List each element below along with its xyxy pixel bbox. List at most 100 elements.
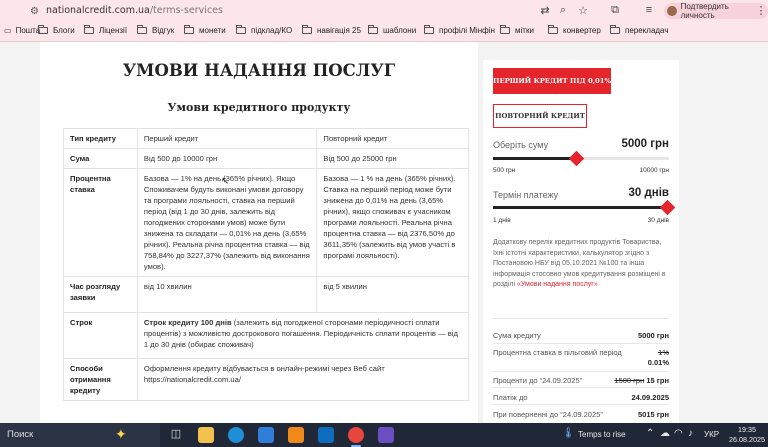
section-title: Умови кредитного продукту (167, 101, 351, 114)
old-interest: 1500 грн (614, 376, 645, 385)
term-slider-thumb[interactable] (659, 199, 676, 216)
table-cell: від 5 хвилин (316, 276, 469, 313)
folder-icon (500, 25, 510, 34)
edge-icon[interactable] (228, 427, 244, 443)
profile-label: Подтвердить личность (680, 2, 729, 20)
term-max: 30 днів (647, 217, 669, 224)
divider (493, 387, 669, 388)
chrome-icon[interactable] (348, 427, 364, 447)
cloud-icon[interactable]: ☁ (660, 428, 670, 439)
table-cell: Строк кредиту 100 днів (залежить від пог… (136, 312, 470, 359)
avatar (667, 6, 677, 16)
term-value: 30 днів (628, 187, 670, 199)
clock-date: 26.08.2025 (729, 435, 765, 444)
tray-overflow-icon[interactable]: ⌃ (646, 428, 654, 439)
old-rate: 1% (658, 348, 669, 357)
weather-text[interactable]: Temps to rise (578, 430, 626, 439)
table-cell: Від 500 до 25000 грн (316, 148, 469, 169)
amount-label: Оберіть суму (493, 140, 549, 150)
summary-value: 24.09.2025 (631, 393, 669, 402)
page-icon: ▭ (4, 26, 12, 35)
bookmark-label: профілі Мінфін (439, 26, 495, 35)
site-info-icon[interactable]: ⚙ (30, 6, 39, 17)
table-row: Процентна ставка Базова — 1% на день (36… (63, 168, 469, 277)
menu-icon[interactable]: ⋮ (754, 4, 768, 17)
table-row: Тип кредиту Перший кредит Повторний кред… (63, 128, 469, 149)
bookmark-item[interactable]: перекладач (610, 25, 669, 35)
table-cell: Оформлення кредиту відбувається в онлайн… (136, 358, 470, 401)
clock-time: 19:35 (738, 425, 756, 434)
bookmark-item[interactable]: Ліцензії (84, 25, 128, 35)
wifi-icon[interactable]: ◠ (674, 428, 683, 439)
table-header: Повторний кредит (316, 128, 469, 149)
row-label: Сума (63, 148, 138, 169)
bookmark-item[interactable]: профілі Мінфін (424, 25, 495, 35)
term-label: Термін платежу (493, 190, 559, 200)
extensions-icon[interactable]: ⧉ (608, 4, 622, 17)
table-row: Сума Від 500 до 10000 грн Від 500 до 250… (63, 148, 469, 169)
amount-slider-thumb[interactable] (568, 150, 584, 167)
bookmark-label: Ліцензії (99, 26, 128, 35)
file-explorer-icon[interactable] (198, 427, 214, 443)
table-cell: Від 500 до 10000 грн (136, 148, 318, 169)
profile-button[interactable]: Подтвердить личность (664, 2, 768, 20)
info-text: Додаткову перелік кредитних продуктів То… (493, 238, 669, 291)
summary-row: При поверненні до “24.09.2025” 5015 грн (493, 410, 669, 419)
outlook-icon[interactable] (318, 427, 334, 443)
bookmark-item[interactable]: шаблони (368, 25, 417, 35)
bookmark-label: конвертер (563, 26, 601, 35)
term-bold: Строк кредиту 100 днів (143, 318, 232, 327)
tab-search-icon[interactable]: ≡ (642, 4, 656, 16)
teams-icon[interactable] (378, 427, 394, 443)
taskbar-search[interactable]: Поиск ✦ (0, 423, 160, 447)
new-rate: 0.01% (647, 358, 669, 367)
amount-min: 500 грн (493, 167, 516, 174)
task-view-icon[interactable]: ◫ (168, 427, 184, 443)
bookmark-item[interactable]: монети (184, 25, 226, 35)
bookmark-label: шаблони (383, 26, 417, 35)
row-label: Строк (63, 312, 138, 359)
bookmark-item[interactable]: Блоги (38, 25, 75, 35)
web-page: УМОВИ НАДАННЯ ПОСЛУГ Умови кредитного пр… (0, 42, 768, 423)
summary-label: Процентна ставка в пільговий період (493, 348, 622, 357)
table-row: Способи отримання кредиту Оформлення кре… (63, 358, 470, 401)
amount-slider[interactable] (493, 150, 669, 167)
table-row: Час розгляду заявки від 10 хвилин від 5 … (63, 276, 469, 313)
terms-content: УМОВИ НАДАННЯ ПОСЛУГ Умови кредитного пр… (40, 42, 478, 423)
amount-value: 5000 грн (621, 138, 669, 150)
bookmark-item[interactable]: конвертер (548, 25, 601, 35)
bookmark-item[interactable]: ▭ Пошта (4, 26, 40, 35)
app-icon[interactable] (288, 427, 304, 443)
table-row: Строк Строк кредиту 100 днів (залежить в… (63, 312, 470, 359)
repeat-credit-button[interactable]: ПОВТОРНИЙ КРЕДИТ (493, 104, 587, 128)
table-cell: від 10 хвилин (136, 276, 318, 313)
divider (493, 404, 669, 405)
new-interest: 15 грн (646, 376, 669, 385)
folder-icon (368, 25, 378, 34)
first-credit-button[interactable]: ПЕРШИЙ КРЕДИТ ПІД 0,01% (493, 68, 611, 94)
summary-value: 5015 грн (637, 410, 669, 419)
zoom-icon[interactable]: ⌕ (556, 4, 570, 17)
term-slider[interactable] (493, 199, 676, 216)
url-path: /terms-services (149, 5, 223, 16)
url-field[interactable]: nationalcredit.com.ua/terms-services (46, 5, 223, 16)
row-label: Способи отримання кредиту (63, 358, 138, 401)
taskbar: Поиск ✦ ◫ 🌡 Temps to rise ⌃ ☁ ◠ ♪ УКР 19… (0, 423, 768, 447)
folder-icon (424, 25, 434, 34)
store-icon[interactable] (258, 427, 274, 443)
bookmark-item[interactable]: підклад/КО (236, 25, 292, 35)
bookmark-star-icon[interactable]: ☆ (576, 4, 590, 17)
folder-icon (302, 25, 312, 34)
folder-icon (184, 25, 194, 34)
translate-icon[interactable]: ⇄ (538, 4, 552, 17)
terms-link[interactable]: «Умови надання послуг» (517, 281, 598, 288)
volume-icon[interactable]: ♪ (688, 428, 693, 439)
bookmark-item[interactable]: навігація 25 (302, 25, 361, 35)
bookmark-label: перекладач (625, 26, 669, 35)
bookmark-item[interactable]: Відгук (137, 25, 174, 35)
clock[interactable]: 19:35 26.08.2025 (728, 425, 766, 445)
language-indicator[interactable]: УКР (704, 430, 719, 439)
bookmark-item[interactable]: мітки (500, 25, 534, 35)
table-header: Тип кредиту (63, 128, 138, 149)
term-min: 1 днів (493, 217, 511, 224)
